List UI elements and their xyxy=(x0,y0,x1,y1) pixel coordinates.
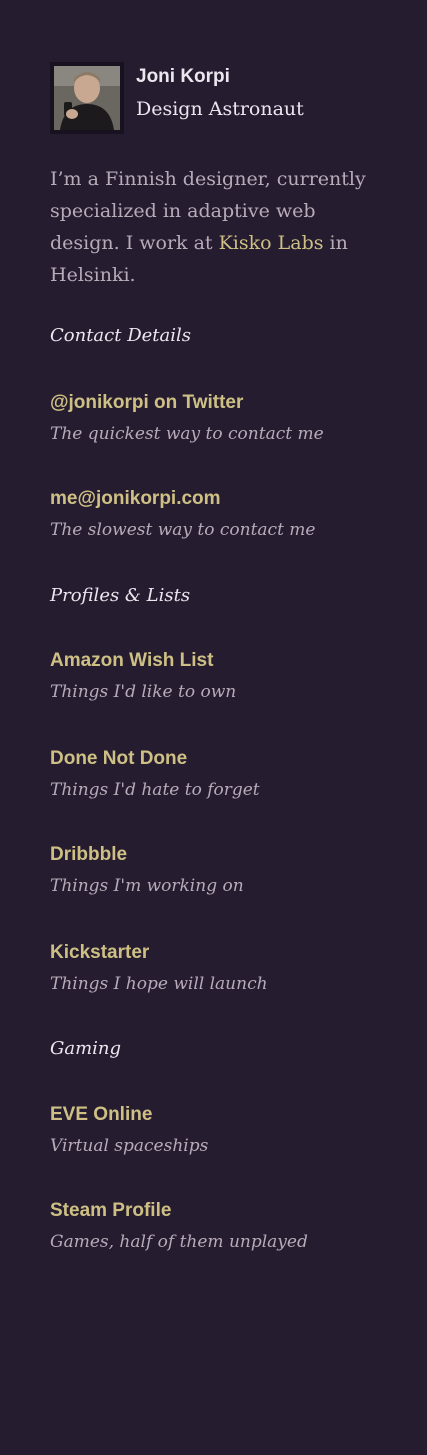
list-item-done-not-done: Done Not Done Things I'd hate to forget xyxy=(50,747,390,801)
section-heading-contact: Contact Details xyxy=(50,325,192,346)
list-item-email: me@jonikorpi.com The slowest way to cont… xyxy=(50,487,390,541)
profile-page: Joni Korpi Design Astronaut I’m a Finnis… xyxy=(50,62,390,1252)
avatar-photo-icon xyxy=(54,66,120,130)
kickstarter-link[interactable]: Kickstarter xyxy=(50,941,390,965)
list-item-dribbble: Dribbble Things I'm working on xyxy=(50,843,390,897)
kisko-labs-link[interactable]: Kisko Labs xyxy=(219,232,324,254)
list-item-twitter: @jonikorpi on Twitter The quickest way t… xyxy=(50,391,390,445)
list-item-steam: Steam Profile Games, half of them unplay… xyxy=(50,1199,390,1253)
item-description: Things I'm working on xyxy=(50,876,244,896)
twitter-link[interactable]: @jonikorpi on Twitter xyxy=(50,391,390,415)
item-description: Things I'd like to own xyxy=(50,682,237,702)
list-item-amazon: Amazon Wish List Things I'd like to own xyxy=(50,649,390,703)
eve-online-link[interactable]: EVE Online xyxy=(50,1103,390,1127)
profile-header: Joni Korpi Design Astronaut xyxy=(50,62,390,136)
profile-title: Design Astronaut xyxy=(136,98,304,120)
list-item-kickstarter: Kickstarter Things I hope will launch xyxy=(50,941,390,995)
avatar xyxy=(50,62,124,134)
amazon-wish-list-link[interactable]: Amazon Wish List xyxy=(50,649,390,673)
item-description: Games, half of them unplayed xyxy=(50,1232,308,1252)
dribbble-link[interactable]: Dribbble xyxy=(50,843,390,867)
item-description: Virtual spaceships xyxy=(50,1136,209,1156)
item-description: The slowest way to contact me xyxy=(50,520,316,540)
done-not-done-link[interactable]: Done Not Done xyxy=(50,747,390,771)
item-description: The quickest way to contact me xyxy=(50,424,324,444)
steam-profile-link[interactable]: Steam Profile xyxy=(50,1199,390,1223)
email-link[interactable]: me@jonikorpi.com xyxy=(50,487,390,511)
list-item-eve-online: EVE Online Virtual spaceships xyxy=(50,1103,390,1157)
item-description: Things I hope will launch xyxy=(50,974,268,994)
profile-name: Joni Korpi xyxy=(136,66,230,87)
bio: I’m a Finnish designer, currently specia… xyxy=(50,163,390,291)
section-heading-gaming: Gaming xyxy=(50,1038,122,1059)
item-description: Things I'd hate to forget xyxy=(50,780,260,800)
section-heading-profiles: Profiles & Lists xyxy=(50,585,191,606)
